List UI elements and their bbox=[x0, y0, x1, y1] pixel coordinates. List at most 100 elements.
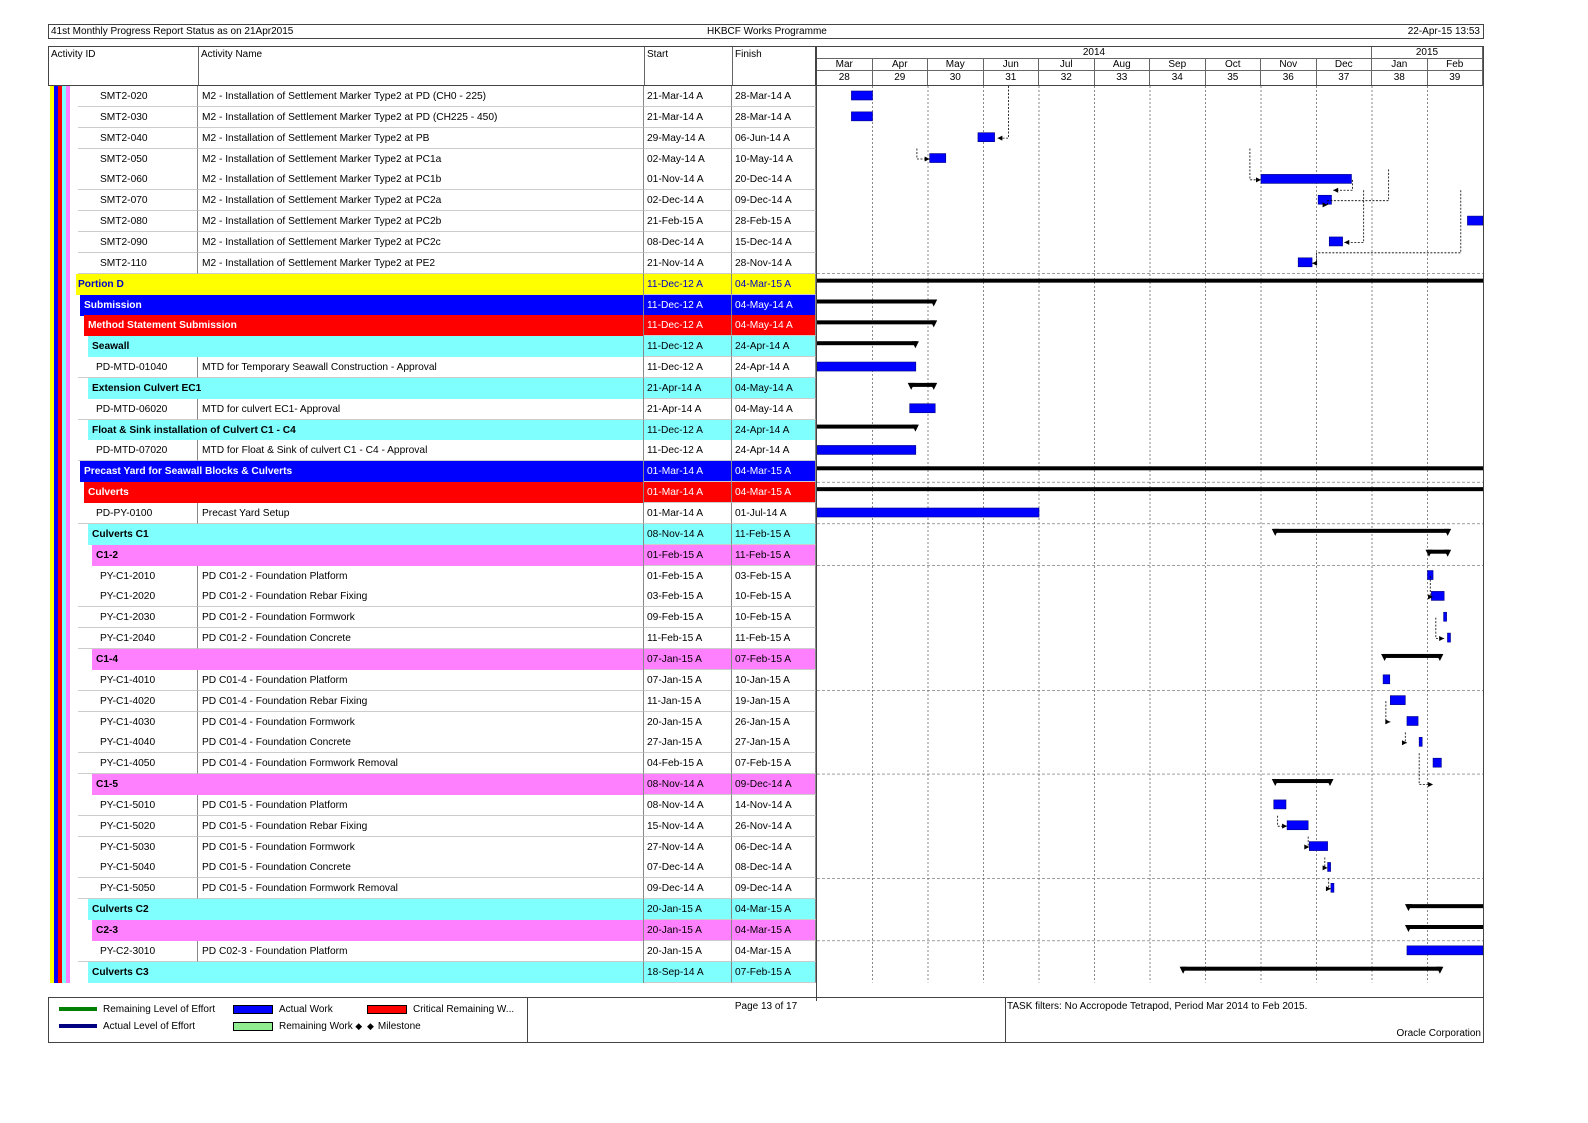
activity-row[interactable]: SMT2-070 M2 - Installation of Settlement … bbox=[48, 190, 1484, 212]
activity-row[interactable]: PD-MTD-07020 MTD for Float & Sink of culv… bbox=[48, 440, 1484, 462]
wbs-summary-row[interactable]: Float & Sink installation of Culvert C1 … bbox=[48, 419, 1484, 441]
activity-finish: 28-Mar-14 A bbox=[732, 86, 816, 107]
activity-row[interactable]: SMT2-040 M2 - Installation of Settlement … bbox=[48, 127, 1484, 149]
activity-row[interactable]: PD-MTD-06020 MTD for culvert EC1- Approva… bbox=[48, 398, 1484, 420]
wbs-summary-row[interactable]: Culverts C3 18-Sep-14 A 07-Feb-15 A bbox=[48, 961, 1484, 983]
activity-name: PD C01-2 - Foundation Platform bbox=[198, 565, 644, 587]
activity-row[interactable]: SMT2-060 M2 - Installation of Settlement … bbox=[48, 169, 1484, 191]
activity-id: PD-MTD-07020 bbox=[78, 440, 198, 462]
wbs-finish: 04-May-14 A bbox=[732, 377, 816, 399]
report-title-bar: 41st Monthly Progress Report Status as o… bbox=[48, 24, 1484, 39]
activity-finish: 10-Jan-15 A bbox=[732, 669, 816, 691]
wbs-summary-row[interactable]: C2-3 20-Jan-15 A 04-Mar-15 A bbox=[48, 920, 1484, 941]
activity-id: PY-C1-4010 bbox=[78, 669, 198, 691]
activity-start: 27-Nov-14 A bbox=[644, 836, 732, 858]
activity-name: PD C01-2 - Foundation Rebar Fixing bbox=[198, 586, 644, 608]
activity-row[interactable]: PY-C1-5030 PD C01-5 - Foundation Formwork… bbox=[48, 836, 1484, 858]
wbs-summary-row[interactable]: C1-4 07-Jan-15 A 07-Feb-15 A bbox=[48, 648, 1484, 670]
activity-row[interactable]: PY-C1-4010 PD C01-4 - Foundation Platform… bbox=[48, 669, 1484, 691]
activity-row[interactable]: PY-C2-3010 PD C02-3 - Foundation Platform… bbox=[48, 940, 1484, 962]
timeline-month-aug: Aug bbox=[1094, 59, 1150, 71]
activity-start: 20-Jan-15 A bbox=[644, 940, 732, 962]
activity-finish: 24-Apr-14 A bbox=[732, 357, 816, 379]
activity-row[interactable]: PD-MTD-01040 MTD for Temporary Seawall Co… bbox=[48, 357, 1484, 379]
activity-start: 15-Nov-14 A bbox=[644, 815, 732, 837]
activity-name: M2 - Installation of Settlement Marker T… bbox=[198, 190, 644, 212]
wbs-summary-row[interactable]: Extension Culvert EC1 21-Apr-14 A 04-May-1… bbox=[48, 377, 1484, 399]
activity-row[interactable]: SMT2-050 M2 - Installation of Settlement … bbox=[48, 148, 1484, 170]
activity-row[interactable]: SMT2-080 M2 - Installation of Settlement … bbox=[48, 211, 1484, 233]
wbs-summary-row[interactable]: Portion D 11-Dec-12 A 04-Mar-15 A bbox=[48, 273, 1484, 295]
activity-row[interactable]: SMT2-030 M2 - Installation of Settlement … bbox=[48, 106, 1484, 128]
activity-id: PY-C1-4050 bbox=[78, 753, 198, 775]
wbs-summary-row[interactable]: Culverts C1 08-Nov-14 A 11-Feb-15 A bbox=[48, 523, 1484, 545]
activity-finish: 27-Jan-15 A bbox=[732, 732, 816, 754]
wbs-summary-row[interactable]: Seawall 11-Dec-12 A 24-Apr-14 A bbox=[48, 336, 1484, 358]
activity-row[interactable]: PY-C1-5050 PD C01-5 - Foundation Formwork… bbox=[48, 878, 1484, 900]
activity-row[interactable]: PY-C1-4020 PD C01-4 - Foundation Rebar Fi… bbox=[48, 690, 1484, 712]
activity-start: 29-May-14 A bbox=[644, 127, 732, 149]
legend-item: Remaining Work ◆ bbox=[233, 1021, 362, 1032]
activity-row[interactable]: PY-C1-2010 PD C01-2 - Foundation Platform… bbox=[48, 565, 1484, 587]
wbs-summary-row[interactable]: C1-5 08-Nov-14 A 09-Dec-14 A bbox=[48, 774, 1484, 796]
activity-row[interactable]: SMT2-110 M2 - Installation of Settlement … bbox=[48, 252, 1484, 274]
activity-name: M2 - Installation of Settlement Marker T… bbox=[198, 86, 644, 107]
activity-row[interactable]: PY-C1-4040 PD C01-4 - Foundation Concrete… bbox=[48, 732, 1484, 754]
activity-name: PD C01-2 - Foundation Formwork bbox=[198, 607, 644, 629]
column-header-activity-name[interactable]: Activity Name bbox=[199, 47, 645, 85]
wbs-start: 01-Feb-15 A bbox=[644, 544, 732, 566]
wbs-summary-row[interactable]: Culverts C2 20-Jan-15 A 04-Mar-15 A bbox=[48, 899, 1484, 921]
milestone-diamond-icon: ◆ bbox=[367, 1021, 374, 1031]
activity-name: M2 - Installation of Settlement Marker T… bbox=[198, 127, 644, 149]
activity-name: PD C02-3 - Foundation Platform bbox=[198, 940, 644, 962]
wbs-start: 01-Mar-14 A bbox=[644, 461, 732, 483]
column-header-finish[interactable]: Finish bbox=[733, 47, 817, 85]
activity-row[interactable]: SMT2-020 M2 - Installation of Settlement … bbox=[48, 86, 1484, 107]
report-timestamp: 22-Apr-15 13:53 bbox=[1407, 26, 1480, 37]
wbs-start: 21-Apr-14 A bbox=[644, 377, 732, 399]
timeline-month-feb: Feb bbox=[1427, 59, 1483, 71]
column-header-activity-id[interactable]: Activity ID bbox=[49, 47, 199, 85]
activity-row[interactable]: PY-C1-4050 PD C01-4 - Foundation Formwork… bbox=[48, 753, 1484, 775]
activity-start: 21-Mar-14 A bbox=[644, 86, 732, 107]
activity-row[interactable]: PY-C1-5040 PD C01-5 - Foundation Concrete… bbox=[48, 857, 1484, 879]
activity-name: PD C01-5 - Foundation Formwork Removal bbox=[198, 878, 644, 900]
wbs-summary-row[interactable]: Culverts 01-Mar-14 A 04-Mar-15 A bbox=[48, 482, 1484, 504]
timeline-period-29: 29 bbox=[873, 71, 928, 85]
activity-name: PD C01-5 - Foundation Concrete bbox=[198, 857, 644, 879]
activity-start: 21-Mar-14 A bbox=[644, 106, 732, 128]
activity-table-header: Activity ID Activity Name Start Finish bbox=[48, 46, 816, 86]
activity-start: 21-Apr-14 A bbox=[644, 398, 732, 420]
legend-swatch bbox=[59, 1024, 97, 1029]
wbs-summary-row[interactable]: Precast Yard for Seawall Blocks & Culver… bbox=[48, 461, 1484, 483]
timeline-year-2015: 2015 bbox=[1372, 47, 1483, 59]
activity-id: PY-C1-2010 bbox=[78, 565, 198, 587]
activity-row[interactable]: PY-C1-2040 PD C01-2 - Foundation Concrete… bbox=[48, 628, 1484, 650]
activity-id: SMT2-040 bbox=[78, 127, 198, 149]
legend: Remaining Level of Effort Actual Work Crit… bbox=[49, 998, 528, 1042]
column-header-start[interactable]: Start bbox=[645, 47, 733, 85]
wbs-summary-row[interactable]: Method Statement Submission 11-Dec-12 A 04… bbox=[48, 315, 1484, 337]
activity-row[interactable]: PY-C1-2030 PD C01-2 - Foundation Formwork… bbox=[48, 607, 1484, 629]
activity-row[interactable]: PY-C1-4030 PD C01-4 - Foundation Formwork… bbox=[48, 711, 1484, 733]
legend-item: Actual Level of Effort bbox=[59, 1021, 195, 1032]
activity-finish: 04-Mar-15 A bbox=[732, 940, 816, 962]
activity-row[interactable]: PY-C1-2020 PD C01-2 - Foundation Rebar Fi… bbox=[48, 586, 1484, 608]
activity-name: M2 - Installation of Settlement Marker T… bbox=[198, 252, 644, 274]
activity-row[interactable]: PY-C1-5020 PD C01-5 - Foundation Rebar Fi… bbox=[48, 815, 1484, 837]
legend-label: Critical Remaining W... bbox=[413, 1004, 515, 1015]
activity-name: PD C01-4 - Foundation Formwork bbox=[198, 711, 644, 733]
wbs-summary-row[interactable]: Submission 11-Dec-12 A 04-May-14 A bbox=[48, 294, 1484, 316]
wbs-summary-row[interactable]: C1-2 01-Feb-15 A 11-Feb-15 A bbox=[48, 544, 1484, 566]
activity-name: M2 - Installation of Settlement Marker T… bbox=[198, 211, 644, 233]
activity-row[interactable]: PD-PY-0100 Precast Yard Setup 01-Mar-14 A0… bbox=[48, 503, 1484, 524]
activity-row[interactable]: SMT2-090 M2 - Installation of Settlement … bbox=[48, 231, 1484, 253]
activity-row[interactable]: PY-C1-5010 PD C01-5 - Foundation Platform… bbox=[48, 794, 1484, 816]
activity-finish: 06-Dec-14 A bbox=[732, 836, 816, 858]
activity-start: 07-Jan-15 A bbox=[644, 669, 732, 691]
activity-finish: 28-Nov-14 A bbox=[732, 252, 816, 274]
activity-finish: 03-Feb-15 A bbox=[732, 565, 816, 587]
wbs-finish: 04-Mar-15 A bbox=[732, 273, 816, 295]
wbs-label: Float & Sink installation of Culvert C1 … bbox=[88, 419, 644, 441]
activity-finish: 28-Mar-14 A bbox=[732, 106, 816, 128]
